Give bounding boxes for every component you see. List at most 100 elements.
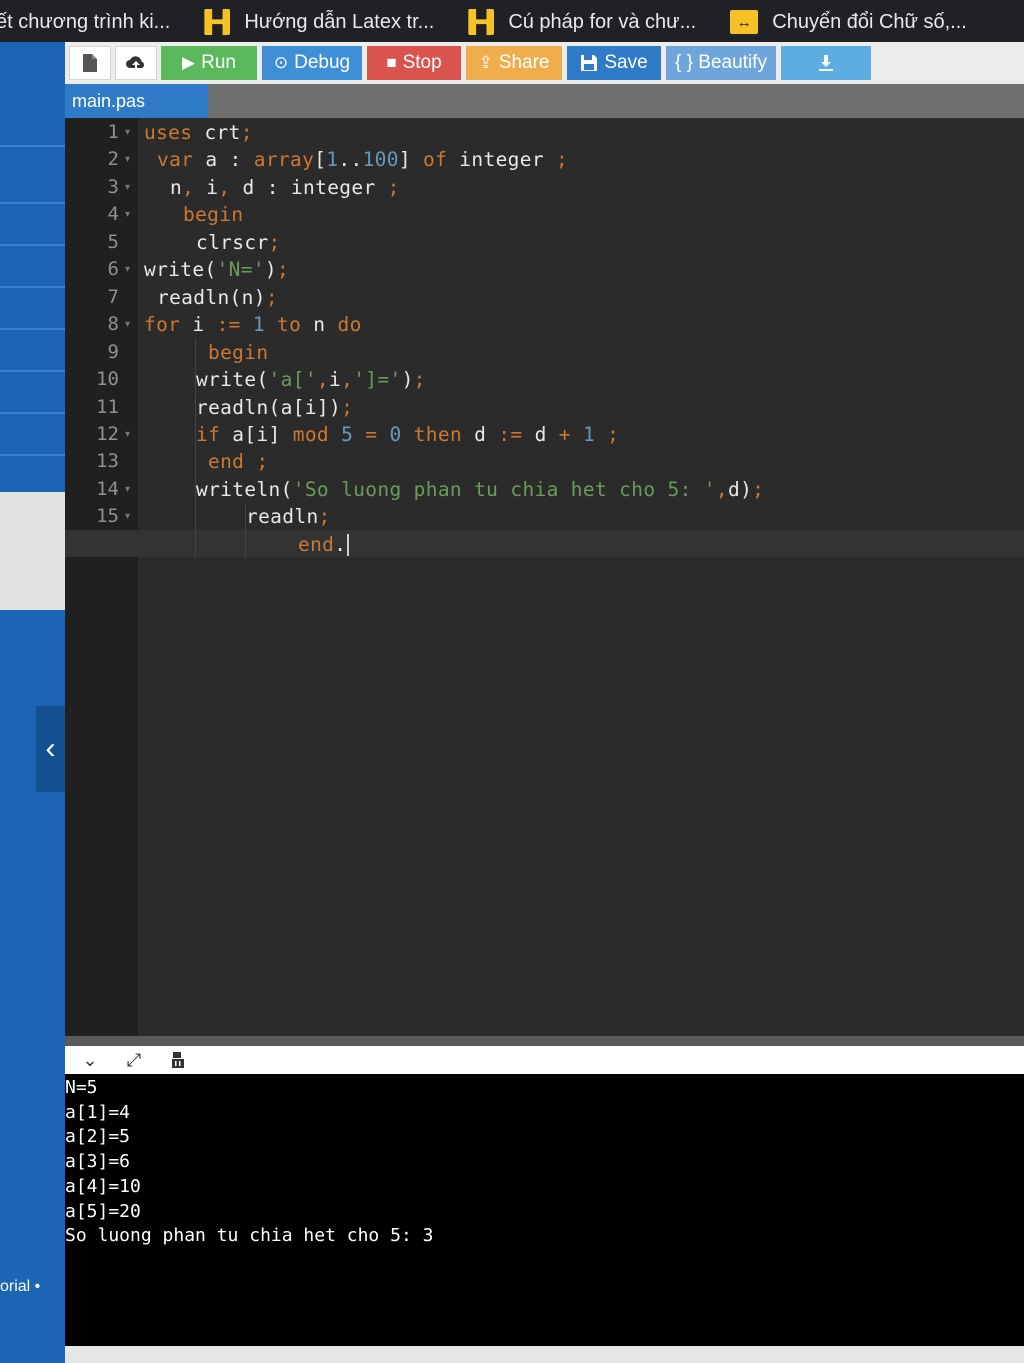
console-toolbar: ⌄ ⤢ [65, 1046, 1024, 1074]
line-number: 5 [107, 230, 119, 253]
fold-arrow-icon[interactable]: ▾ [125, 503, 130, 530]
tab-main-pas[interactable]: main.pas [65, 84, 208, 118]
sidebar-divider [0, 202, 65, 204]
bottom-strip [65, 1346, 1024, 1363]
line-number: 6 [107, 258, 119, 281]
line-number: 12 [96, 422, 119, 445]
console-splitter[interactable] [65, 1036, 1024, 1046]
tab-label: main.pas [72, 90, 146, 111]
eraser-icon [172, 1052, 184, 1068]
share-label: Share [498, 52, 550, 73]
code-line[interactable]: begin [183, 201, 243, 228]
line-number-gutter: 1▾2▾3▾4▾56▾78▾9101112▾1314▾15▾16 [65, 118, 138, 1036]
code-line[interactable]: if a[i] mod 5 = 0 then d := d + 1 ; [196, 421, 619, 448]
code-line[interactable]: readln(a[i]); [196, 394, 353, 421]
code-line[interactable]: begin [208, 339, 268, 366]
bookmark-4[interactable]: ↔ Chuyển đổi Chữ số,... [730, 0, 967, 42]
code-line[interactable]: n, i, d : integer ; [170, 174, 400, 201]
debug-button[interactable]: ⊙ Debug [262, 46, 362, 80]
line-number: 14 [96, 477, 119, 500]
line-number: 11 [96, 395, 119, 418]
line-number: 9 [107, 340, 119, 363]
sidebar-divider [0, 412, 65, 414]
floppy-disk-icon [581, 55, 598, 71]
download-icon [819, 55, 833, 71]
stop-button[interactable]: ■ Stop [367, 46, 461, 80]
code-line[interactable]: for i := 1 to n do [144, 311, 362, 338]
cloud-upload-icon [126, 56, 144, 70]
console-line: a[4]=10 [65, 1175, 141, 1197]
line-number: 4 [107, 203, 119, 226]
bookmark-2[interactable]: Hướng dẫn Latex tr... [204, 0, 434, 42]
code-line[interactable]: readln(n); [157, 284, 278, 311]
sidebar-divider [0, 286, 65, 288]
console-line: a[1]=4 [65, 1101, 131, 1123]
bookmark-1[interactable]: ết chương trình ki... [0, 0, 170, 42]
code-line[interactable]: clrscr; [196, 229, 281, 256]
h-logo-icon [468, 9, 495, 35]
fold-arrow-icon[interactable]: ▾ [125, 174, 130, 201]
code-line[interactable]: write('N='); [144, 256, 289, 283]
run-button[interactable]: ▶ Run [161, 46, 257, 80]
code-line[interactable]: end. [298, 531, 350, 558]
bookmark-label: Cú pháp for và chư... [508, 10, 697, 33]
run-label: Run [201, 52, 236, 73]
bookmark-3[interactable]: Cú pháp for và chư... [468, 0, 696, 42]
collapse-sidebar-button[interactable]: ‹ [36, 706, 65, 792]
active-line-highlight [65, 530, 1024, 557]
code-line[interactable]: end ; [208, 448, 268, 475]
code-line[interactable]: write('a[',i,']='); [196, 366, 426, 393]
fold-arrow-icon[interactable]: ▾ [125, 421, 130, 448]
line-number: 13 [96, 450, 119, 473]
bookmarks-bar: ết chương trình ki... Hướng dẫn Latex tr… [0, 0, 1024, 42]
debug-label: Debug [294, 52, 351, 73]
sidebar-ad-area [0, 492, 65, 610]
upload-button[interactable] [115, 46, 157, 80]
code-line[interactable]: readln; [246, 503, 331, 530]
chevron-down-icon[interactable]: ⌄ [79, 1049, 101, 1071]
code-line[interactable]: writeln('So luong phan tu chia het cho 5… [196, 476, 764, 503]
line-number: 1 [107, 121, 119, 143]
debug-icon: ⊙ [273, 53, 289, 72]
fold-arrow-icon[interactable]: ▾ [125, 256, 130, 283]
new-file-button[interactable] [69, 46, 111, 80]
sidebar-divider [0, 454, 65, 456]
code-line[interactable]: uses crt; [144, 119, 253, 146]
fold-arrow-icon[interactable]: ▾ [125, 146, 130, 173]
line-number: 8 [107, 313, 119, 336]
console-line: a[2]=5 [65, 1126, 131, 1148]
sidebar-footer-text: orial • [0, 1278, 41, 1295]
stop-label: Stop [402, 52, 442, 73]
save-label: Save [604, 52, 648, 73]
fold-arrow-icon[interactable]: ▾ [125, 476, 130, 503]
left-sidebar: ‹ orial • [0, 42, 65, 1363]
console-line: N=5 [65, 1077, 98, 1098]
line-number: 7 [107, 285, 119, 308]
save-button[interactable]: Save [567, 46, 661, 80]
download-button[interactable] [781, 46, 871, 80]
sidebar-divider [0, 370, 65, 372]
file-icon [83, 54, 97, 72]
output-console[interactable]: N=5 a[1]=4 a[2]=5 a[3]=6 a[4]=10 a[5]=20 So lu… [65, 1074, 1024, 1346]
expand-icon[interactable]: ⤢ [123, 1049, 145, 1071]
chevron-left-icon: ‹ [45, 732, 56, 765]
line-number: 15 [96, 505, 119, 528]
code-line[interactable]: var a : array[1..100] of integer ; [157, 146, 568, 173]
console-line: a[3]=6 [65, 1151, 131, 1173]
share-icon: ⇪ [478, 53, 493, 72]
line-number: 2 [107, 148, 119, 171]
fold-arrow-icon[interactable]: ▾ [125, 201, 130, 228]
beautify-button[interactable]: { } Beautify [666, 46, 776, 80]
line-number: 3 [107, 175, 119, 198]
share-button[interactable]: ⇪ Share [466, 46, 562, 80]
fold-arrow-icon[interactable]: ▾ [125, 119, 130, 146]
editor-toolbar: ▶ Run ⊙ Debug ■ Stop ⇪ Share Save { } Be… [65, 42, 1024, 84]
beautify-label: { } Beautify [675, 52, 767, 73]
sidebar-divider [0, 328, 65, 330]
bookmark-label: ết chương trình ki... [0, 10, 171, 33]
convert-icon: ↔ [730, 10, 759, 34]
fold-arrow-icon[interactable]: ▾ [125, 311, 130, 338]
clear-console-icon[interactable] [167, 1049, 189, 1071]
code-editor[interactable]: 1▾2▾3▾4▾56▾78▾9101112▾1314▾15▾16 uses cr… [65, 118, 1024, 1036]
console-line: a[5]=20 [65, 1200, 141, 1222]
